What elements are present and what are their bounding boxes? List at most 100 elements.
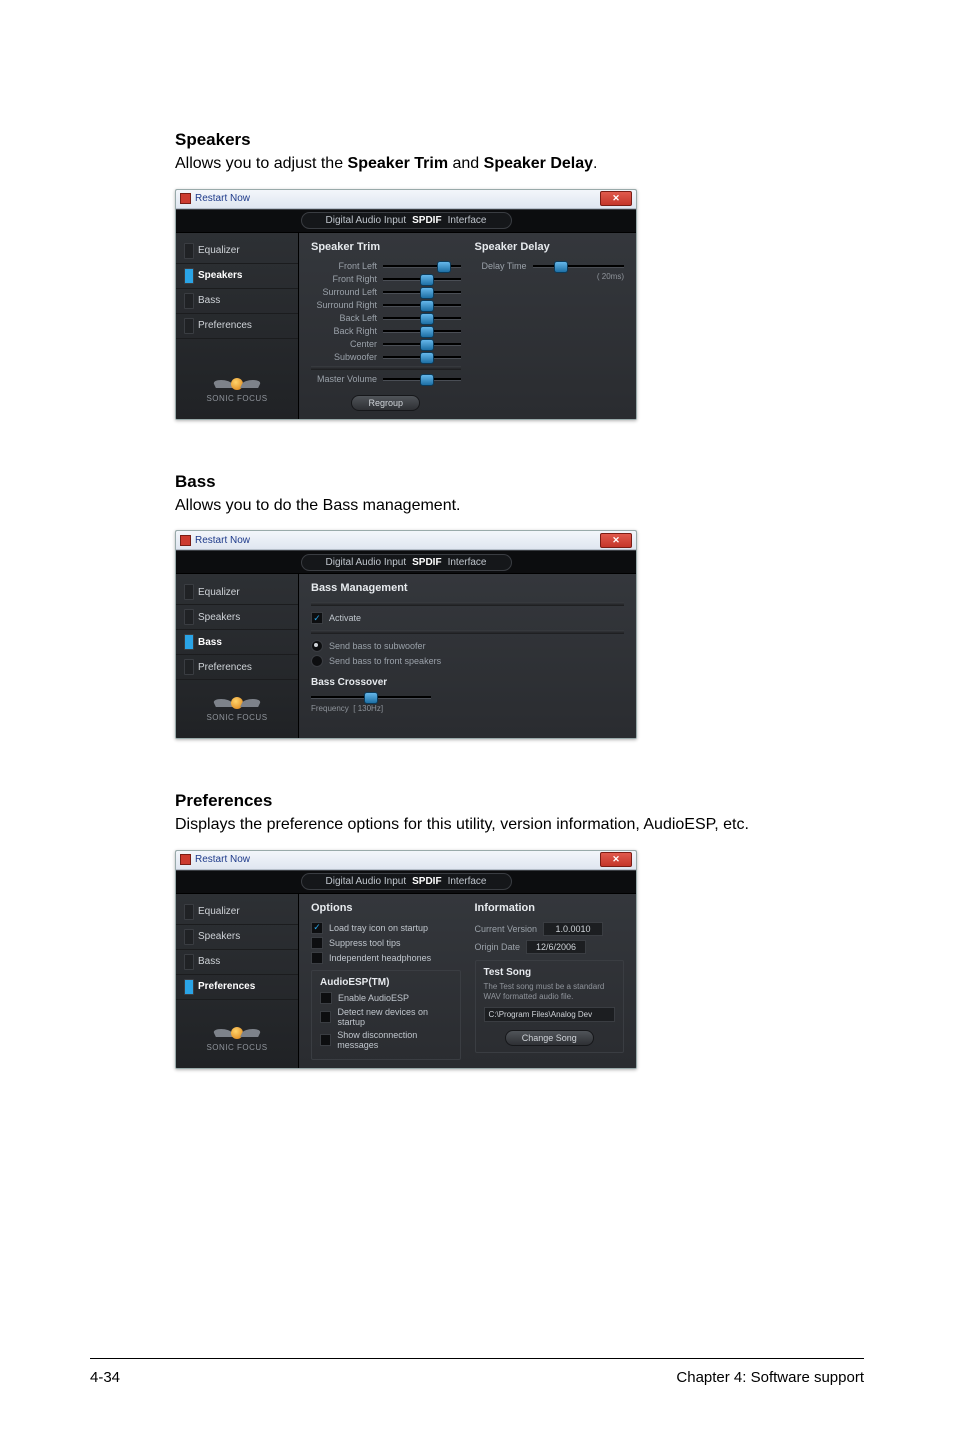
speakers-window: Restart Now ✕ Digital Audio Input SPDIF I… <box>175 189 637 420</box>
section-desc-bass: Allows you to do the Bass management. <box>175 495 864 517</box>
app-icon <box>180 535 191 546</box>
logo-text: SONIC FOCUS <box>206 394 267 403</box>
radio-send-front[interactable]: Send bass to front speakers <box>311 655 624 667</box>
header-spdif: SPDIF <box>412 876 441 887</box>
app-icon <box>180 854 191 865</box>
sidebar: Equalizer Speakers Bass Preferences SONI… <box>176 574 299 738</box>
slider-front-right[interactable] <box>383 274 461 284</box>
tab-label: Speakers <box>198 931 240 942</box>
text: . <box>593 155 597 172</box>
test-song-path: C:\Program Files\Analog Dev <box>484 1007 616 1022</box>
checkbox-indep-headphones[interactable]: Independent headphones <box>311 952 461 964</box>
text-bold: Speaker Delay <box>484 155 593 172</box>
slider-label: Surround Right <box>311 300 377 310</box>
checkbox-show-disconnect[interactable]: Show disconnection messages <box>320 1030 452 1050</box>
page-number: 4-34 <box>90 1369 120 1386</box>
checkbox-label: Load tray icon on startup <box>329 923 428 933</box>
close-button[interactable]: ✕ <box>600 533 632 548</box>
tab-preferences[interactable]: Preferences <box>176 655 298 680</box>
tab-speakers[interactable]: Speakers <box>176 925 298 950</box>
close-button[interactable]: ✕ <box>600 191 632 206</box>
tab-label: Preferences <box>198 981 255 992</box>
tab-label: Equalizer <box>198 245 240 256</box>
header-text: Interface <box>448 215 487 226</box>
tab-bass[interactable]: Bass <box>176 630 298 655</box>
header-bar: Digital Audio InputSPDIF Interface <box>176 550 636 574</box>
test-song-title: Test Song <box>484 967 616 978</box>
tab-preferences[interactable]: Preferences <box>176 314 298 339</box>
tab-label: Equalizer <box>198 587 240 598</box>
page-footer: 4-34 Chapter 4: Software support <box>90 1358 864 1386</box>
tab-preferences[interactable]: Preferences <box>176 975 298 1000</box>
tab-speakers[interactable]: Speakers <box>176 264 298 289</box>
slider-label: Front Left <box>311 261 377 271</box>
bass-management-title: Bass Management <box>311 582 624 594</box>
section-desc-prefs: Displays the preference options for this… <box>175 814 864 836</box>
options-title: Options <box>311 902 461 914</box>
checkbox-enable-esp[interactable]: Enable AudioESP <box>320 992 452 1004</box>
checkbox-label: Suppress tool tips <box>329 938 401 948</box>
checkbox-label: Enable AudioESP <box>338 993 409 1003</box>
tab-speakers[interactable]: Speakers <box>176 605 298 630</box>
tab-bass[interactable]: Bass <box>176 289 298 314</box>
change-song-button[interactable]: Change Song <box>505 1030 594 1046</box>
slider-crossover[interactable] <box>311 692 431 702</box>
radio-label: Send bass to subwoofer <box>329 641 426 651</box>
radio-label: Send bass to front speakers <box>329 656 441 666</box>
info-label: Origin Date <box>475 942 521 952</box>
slider-back-right[interactable] <box>383 326 461 336</box>
brand-logo: SONIC FOCUS <box>176 680 298 732</box>
tab-equalizer[interactable]: Equalizer <box>176 239 298 264</box>
slider-label: Back Right <box>311 326 377 336</box>
checkbox-label: Activate <box>329 613 361 623</box>
checkbox-detect-devices[interactable]: Detect new devices on startup <box>320 1007 452 1027</box>
close-button[interactable]: ✕ <box>600 852 632 867</box>
section-desc-speakers: Allows you to adjust the Speaker Trim an… <box>175 153 864 175</box>
origin-date: 12/6/2006 <box>526 940 586 954</box>
radio-send-subwoofer[interactable]: Send bass to subwoofer <box>311 640 624 652</box>
titlebar: Restart Now ✕ <box>176 531 636 550</box>
brand-logo: SONIC FOCUS <box>176 361 298 413</box>
slider-center[interactable] <box>383 339 461 349</box>
checkbox-suppress-tips[interactable]: Suppress tool tips <box>311 937 461 949</box>
tab-label: Equalizer <box>198 906 240 917</box>
bass-window: Restart Now ✕ Digital Audio InputSPDIF I… <box>175 530 637 739</box>
slider-master-volume[interactable] <box>383 374 461 384</box>
slider-label: Master Volume <box>311 374 377 384</box>
checkbox-tray-icon[interactable]: Load tray icon on startup <box>311 922 461 934</box>
slider-surround-right[interactable] <box>383 300 461 310</box>
checkbox-activate[interactable]: Activate <box>311 612 624 624</box>
text: Allows you to adjust the <box>175 155 348 172</box>
logo-text: SONIC FOCUS <box>206 1043 267 1052</box>
window-title: Restart Now <box>195 854 250 865</box>
current-version: 1.0.0010 <box>543 922 603 936</box>
app-icon <box>180 193 191 204</box>
slider-subwoofer[interactable] <box>383 352 461 362</box>
slider-front-left[interactable] <box>383 261 461 271</box>
tab-equalizer[interactable]: Equalizer <box>176 900 298 925</box>
titlebar: Restart Now ✕ <box>176 851 636 870</box>
slider-label: Center <box>311 339 377 349</box>
tab-label: Preferences <box>198 320 252 331</box>
slider-label: Back Left <box>311 313 377 323</box>
regroup-button[interactable]: Regroup <box>351 395 420 411</box>
slider-back-left[interactable] <box>383 313 461 323</box>
text: and <box>448 155 484 172</box>
section-title-bass: Bass <box>175 472 864 492</box>
window-title: Restart Now <box>195 193 250 204</box>
slider-surround-left[interactable] <box>383 287 461 297</box>
header-text: Interface <box>448 557 487 568</box>
chapter-title: Chapter 4: Software support <box>676 1369 864 1386</box>
tab-label: Preferences <box>198 662 252 673</box>
slider-delay-time[interactable] <box>533 261 625 271</box>
brand-logo: SONIC FOCUS <box>176 1010 298 1062</box>
header-bar: Digital Audio Input SPDIF Interface <box>176 209 636 233</box>
checkbox-label: Show disconnection messages <box>337 1030 451 1050</box>
tab-label: Bass <box>198 956 220 967</box>
tab-bass[interactable]: Bass <box>176 950 298 975</box>
header-spdif: SPDIF <box>412 215 441 226</box>
header-text: Digital Audio Input <box>326 215 407 226</box>
header-text: Digital Audio Input <box>326 876 407 887</box>
header-bar: Digital Audio InputSPDIF Interface <box>176 870 636 894</box>
tab-equalizer[interactable]: Equalizer <box>176 580 298 605</box>
